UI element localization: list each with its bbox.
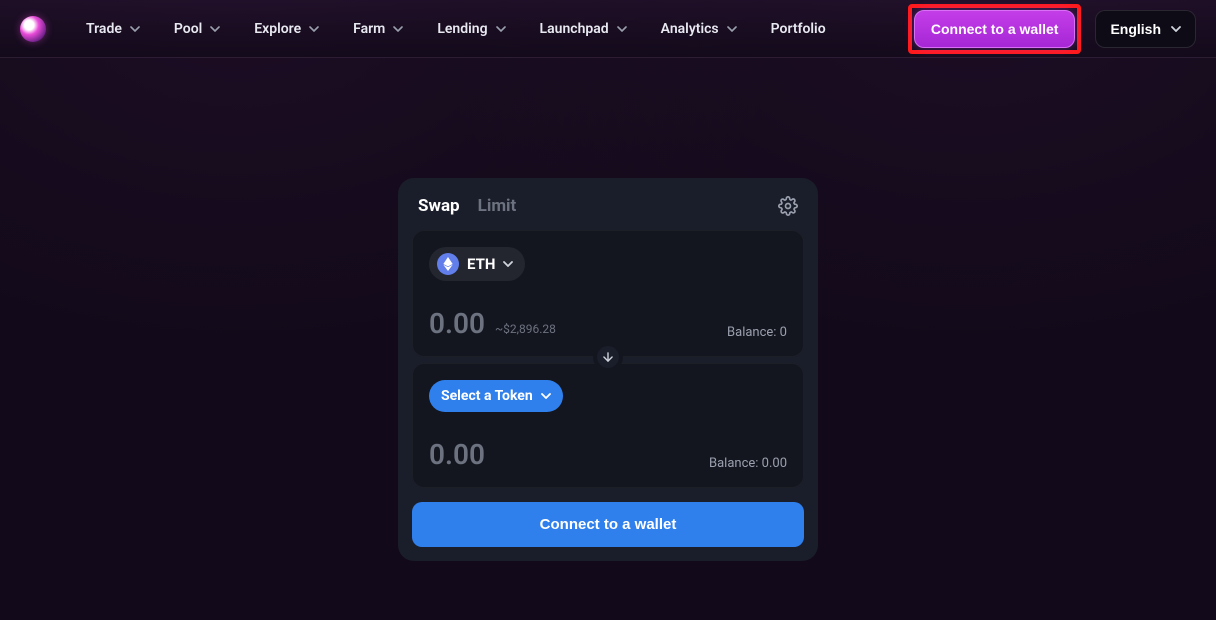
from-token-symbol: ETH: [467, 255, 495, 273]
nav-label: Farm: [353, 21, 385, 37]
to-amount-row: 0.00 Balance: 0.00: [429, 438, 787, 471]
chevron-down-icon: [309, 26, 319, 32]
to-token-label: Select a Token: [441, 388, 533, 404]
gear-icon: [778, 196, 798, 216]
nav-label: Launchpad: [540, 21, 609, 37]
chevron-down-icon: [130, 26, 140, 32]
swap-card: Swap Limit ETH 0.00: [398, 178, 818, 561]
from-balance: Balance: 0: [727, 325, 787, 340]
chevron-down-icon: [1171, 26, 1181, 32]
nav-item-farm[interactable]: Farm: [353, 21, 403, 37]
connect-wallet-button[interactable]: Connect to a wallet: [914, 10, 1076, 48]
nav-item-trade[interactable]: Trade: [86, 21, 140, 37]
main-content: Swap Limit ETH 0.00: [0, 58, 1216, 561]
from-amount-input[interactable]: 0.00: [429, 307, 485, 340]
chevron-down-icon: [210, 26, 220, 32]
to-token-selector[interactable]: Select a Token: [429, 380, 563, 412]
chevron-down-icon: [496, 26, 506, 32]
nav-item-lending[interactable]: Lending: [437, 21, 505, 37]
main-nav: Trade Pool Explore Farm Lending: [86, 21, 908, 37]
to-balance: Balance: 0.00: [709, 456, 787, 471]
highlight-annotation: Connect to a wallet: [908, 4, 1082, 54]
to-amount-input[interactable]: 0.00: [429, 438, 485, 471]
nav-item-pool[interactable]: Pool: [174, 21, 220, 37]
tab-swap[interactable]: Swap: [418, 196, 460, 216]
nav-item-explore[interactable]: Explore: [254, 21, 319, 37]
arrow-down-icon: [601, 350, 615, 364]
chevron-down-icon: [541, 393, 551, 399]
swap-card-header: Swap Limit: [412, 192, 804, 230]
app-logo[interactable]: [20, 16, 46, 42]
header-right: Connect to a wallet English: [908, 4, 1196, 54]
nav-item-portfolio[interactable]: Portfolio: [771, 21, 826, 37]
eth-icon: [437, 253, 459, 275]
tab-limit[interactable]: Limit: [478, 196, 517, 216]
settings-button[interactable]: [778, 196, 798, 216]
from-token-selector[interactable]: ETH: [429, 247, 525, 281]
swap-from-panel: ETH 0.00 ~$2,896.28 Balance: 0: [412, 230, 804, 357]
nav-label: Analytics: [661, 21, 719, 37]
language-label: English: [1110, 21, 1161, 37]
nav-label: Trade: [86, 21, 122, 37]
swap-to-panel: Select a Token 0.00 Balance: 0.00: [412, 363, 804, 488]
swap-direction-button[interactable]: [593, 342, 623, 372]
nav-label: Pool: [174, 21, 202, 37]
chevron-down-icon: [393, 26, 403, 32]
nav-item-analytics[interactable]: Analytics: [661, 21, 737, 37]
nav-label: Lending: [437, 21, 487, 37]
top-navbar: Trade Pool Explore Farm Lending: [0, 0, 1216, 58]
language-selector[interactable]: English: [1095, 10, 1196, 48]
nav-label: Explore: [254, 21, 301, 37]
nav-item-launchpad[interactable]: Launchpad: [540, 21, 627, 37]
nav-label: Portfolio: [771, 21, 826, 37]
from-usd-value: ~$2,896.28: [495, 322, 556, 336]
chevron-down-icon: [727, 26, 737, 32]
swap-action-button[interactable]: Connect to a wallet: [412, 502, 804, 547]
chevron-down-icon: [617, 26, 627, 32]
chevron-down-icon: [503, 261, 513, 267]
from-amount-row: 0.00 ~$2,896.28 Balance: 0: [429, 307, 787, 340]
